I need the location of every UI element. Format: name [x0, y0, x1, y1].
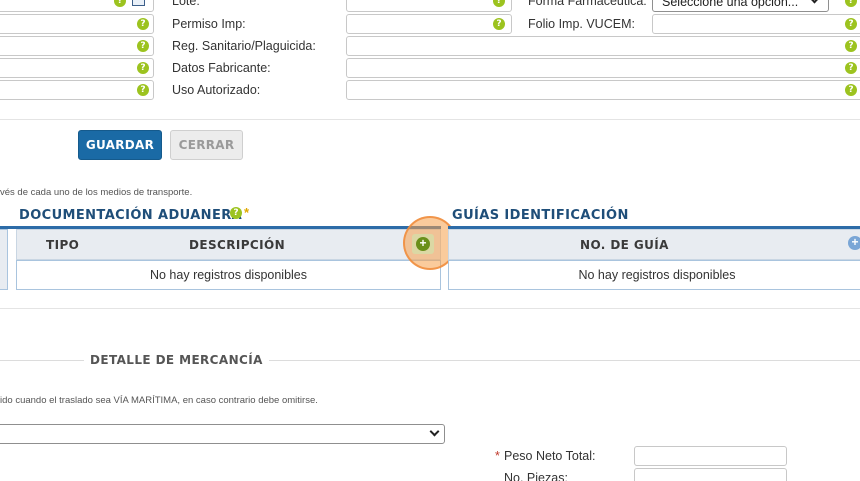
documentacion-grid-header: TIPO DESCRIPCIÓN	[16, 229, 441, 260]
documentacion-grid-left-edge	[0, 229, 8, 290]
lote-input[interactable]	[346, 0, 512, 12]
help-icon[interactable]: ?	[137, 40, 149, 52]
lote-label: Lote:	[172, 0, 200, 8]
form-divider	[0, 119, 860, 120]
reg-sanitario-label: Reg. Sanitario/Plaguicida:	[172, 39, 316, 53]
required-mark: *	[495, 449, 500, 463]
guias-grid-header: NO. DE GUÍA	[448, 229, 860, 260]
guias-empty-message: No hay registros disponibles	[578, 268, 736, 282]
plus-icon: +	[851, 235, 859, 249]
permiso-imp-label: Permiso Imp:	[172, 17, 246, 31]
uso-autorizado-input[interactable]	[346, 80, 860, 100]
section-divider	[0, 308, 860, 309]
help-icon[interactable]: ?	[493, 18, 505, 30]
left-input-4[interactable]	[0, 58, 154, 78]
help-icon[interactable]: ?	[137, 84, 149, 96]
datos-fabricante-input[interactable]	[346, 58, 860, 78]
help-icon[interactable]: ?	[845, 40, 857, 52]
peso-neto-total-input[interactable]	[634, 446, 787, 466]
help-icon[interactable]: ?	[137, 18, 149, 30]
uso-autorizado-label: Uso Autorizado:	[172, 83, 261, 97]
help-icon[interactable]: ?	[845, 84, 857, 96]
datos-fabricante-label: Datos Fabricante:	[172, 61, 271, 75]
add-guia-button[interactable]: +	[848, 236, 860, 250]
left-input-3[interactable]	[0, 36, 154, 56]
documentacion-empty-message: No hay registros disponibles	[149, 268, 308, 282]
peso-neto-total-label: Peso Neto Total:	[504, 449, 596, 463]
calendar-icon[interactable]	[132, 0, 145, 6]
help-icon[interactable]: ?	[845, 62, 857, 74]
help-icon[interactable]: ?	[845, 18, 857, 30]
column-header-tipo: TIPO	[46, 238, 80, 252]
column-header-no-de-guia: NO. DE GUÍA	[580, 238, 669, 252]
forma-farmaceutica-select[interactable]: Seleccione una opción...	[652, 0, 829, 12]
forma-farmaceutica-label: Forma Farmacéutica:	[528, 0, 647, 8]
folio-imp-vucem-label: Folio Imp. VUCEM:	[528, 17, 635, 31]
no-piezas-input[interactable]	[634, 468, 787, 481]
transport-note: vés de cada uno de los medios de transpo…	[0, 187, 193, 198]
required-mark: *	[244, 205, 250, 220]
help-icon[interactable]: ?	[230, 207, 242, 219]
forma-farmaceutica-select-value: Seleccione una opción...	[662, 0, 799, 9]
chevron-down-icon	[809, 0, 820, 4]
left-input-5[interactable]	[0, 80, 154, 100]
plus-icon: +	[416, 237, 430, 251]
documentacion-grid-empty-row: No hay registros disponibles	[16, 260, 441, 290]
guias-grid-empty-row: No hay registros disponibles	[448, 260, 860, 290]
reg-sanitario-input[interactable]	[346, 36, 860, 56]
guardar-button[interactable]: GUARDAR	[78, 130, 162, 160]
chevron-down-icon	[429, 426, 440, 437]
folio-imp-vucem-input[interactable]	[652, 14, 860, 34]
detalle-select[interactable]	[0, 424, 445, 444]
add-documento-button[interactable]: +	[412, 234, 434, 254]
guias-identificacion-title: GUÍAS IDENTIFICACIÓN	[452, 208, 629, 223]
left-input-2[interactable]	[0, 14, 154, 34]
documentacion-aduanera-title: DOCUMENTACIÓN ADUANERA	[19, 208, 243, 223]
cerrar-button[interactable]: CERRAR	[170, 130, 243, 160]
help-icon[interactable]: ?	[845, 0, 857, 7]
maritima-note: ido cuando el traslado sea VÍA MARÍTIMA,…	[0, 395, 318, 406]
permiso-imp-input[interactable]	[346, 14, 512, 34]
no-piezas-label: No. Piezas:	[504, 471, 568, 481]
column-header-descripcion: DESCRIPCIÓN	[189, 238, 286, 252]
left-input-1[interactable]	[0, 0, 154, 12]
help-icon[interactable]: ?	[137, 62, 149, 74]
detalle-mercancia-legend: DETALLE DE MERCANCÍA	[84, 353, 269, 367]
